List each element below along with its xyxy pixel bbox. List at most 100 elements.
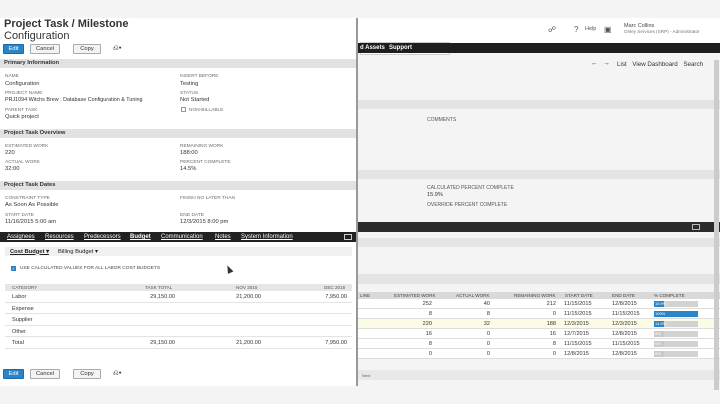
task-table-row[interactable]: 220 32 188 12/3/2015 12/3/2015 14.5% bbox=[358, 319, 720, 329]
help-icon[interactable]: ? bbox=[574, 25, 578, 34]
cancel-button-bottom[interactable]: Cancel bbox=[30, 369, 60, 379]
col-start-date: Start Date bbox=[565, 293, 593, 298]
tab-resources[interactable]: Resources bbox=[45, 234, 74, 240]
next-link[interactable]: Next bbox=[362, 373, 370, 378]
tab-communication[interactable]: Communication bbox=[161, 234, 203, 240]
percent-complete-bar: 14.5% bbox=[654, 321, 698, 327]
project-task-modal: Project Task / Milestone Configuration E… bbox=[0, 18, 358, 386]
section-primary: Primary Information bbox=[0, 59, 356, 68]
percent-complete-fill: 0% bbox=[654, 351, 664, 357]
parent-task-value[interactable]: Quick project bbox=[5, 114, 39, 120]
budget-table-header: Category Task Total Nov 2015 Dec 2015 bbox=[5, 284, 352, 291]
estimated-work-cell: 252 bbox=[422, 301, 432, 307]
back-arrow-icon[interactable]: ← bbox=[591, 60, 598, 67]
tab-cost-budget[interactable]: Cost Budget ▾ bbox=[10, 249, 49, 255]
section-overview: Project Task Overview bbox=[0, 129, 356, 138]
project-name-value[interactable]: PRJ1094 Witchs Brew : Database Configura… bbox=[5, 97, 143, 103]
activity-icon[interactable]: ☍ bbox=[548, 25, 556, 34]
task-table-row[interactable]: 8 0 8 11/15/2015 11/15/2015 0% bbox=[358, 339, 720, 349]
task-table-body: 252 40 212 11/15/2015 12/8/2015 15.9% 8 8 0 11/15… bbox=[358, 299, 720, 359]
table-footer: Next bbox=[358, 370, 720, 380]
tabs-menu-icon[interactable] bbox=[344, 234, 352, 240]
nav-item-support[interactable]: Support bbox=[389, 45, 412, 51]
task-table-row[interactable]: 8 8 0 11/15/2015 11/15/2015 100% bbox=[358, 309, 720, 319]
remaining-work-cell: 16 bbox=[549, 331, 556, 337]
section-band bbox=[358, 274, 720, 284]
start-date-cell: 12/8/2015 bbox=[564, 351, 589, 357]
category-cell: Expense bbox=[12, 305, 34, 312]
search-link[interactable]: Search bbox=[683, 61, 703, 68]
task-table-row[interactable]: 16 0 16 12/7/2015 12/8/2015 0% bbox=[358, 329, 720, 339]
help-link[interactable]: Help bbox=[585, 26, 596, 32]
insert-before-value: Testing bbox=[180, 81, 199, 87]
task-total-cell: 29,150.00 bbox=[150, 294, 175, 300]
percent-complete-bar: 100% bbox=[654, 311, 698, 317]
view-dashboard-link[interactable]: View Dashboard bbox=[632, 61, 677, 68]
tab-predecessors[interactable]: Predecessors bbox=[84, 234, 121, 240]
tab-billing-budget[interactable]: Billing Budget ▾ bbox=[58, 249, 98, 255]
tab-system-information[interactable]: System Information bbox=[241, 234, 293, 240]
cancel-button[interactable]: Cancel bbox=[30, 44, 60, 54]
calc-percent-value: 15.9% bbox=[427, 192, 443, 198]
nov-2015-cell: 21,200.00 bbox=[236, 294, 261, 300]
tab-notes[interactable]: Notes bbox=[215, 234, 231, 240]
parent-task-label: Parent Task bbox=[5, 108, 38, 113]
copy-button-bottom[interactable]: Copy bbox=[73, 369, 101, 379]
end-date-cell: 11/15/2015 bbox=[612, 311, 640, 317]
estimated-work-label: Estimated Work bbox=[5, 144, 49, 149]
user-role: Onley Services (SRP) - Administrator bbox=[624, 29, 700, 34]
tab-budget[interactable]: Budget bbox=[130, 234, 151, 240]
estimated-work-cell: 220 bbox=[422, 321, 432, 327]
comments-label: Comments bbox=[427, 117, 457, 123]
page-links: List View Dashboard Search bbox=[617, 61, 707, 68]
actual-work-label: Actual Work bbox=[5, 160, 41, 165]
actual-work-cell: 40 bbox=[483, 301, 490, 307]
actions-dropdown-icon[interactable]: ⎌▾ bbox=[113, 44, 122, 54]
start-date-label: Start Date bbox=[5, 213, 34, 218]
bottom-toolbar: Edit Cancel Copy ⎌▾ bbox=[0, 364, 356, 386]
nav-item-assets[interactable]: d Assets bbox=[360, 45, 385, 51]
task-table-row[interactable]: 252 40 212 11/15/2015 12/8/2015 15.9% bbox=[358, 299, 720, 309]
category-cell: Total bbox=[12, 340, 24, 347]
estimated-work-value: 220 bbox=[5, 150, 15, 156]
category-cell: Supplier bbox=[12, 317, 33, 324]
budget-table-row: Other bbox=[5, 326, 352, 338]
list-link[interactable]: List bbox=[617, 61, 627, 68]
actual-work-value: 32:00 bbox=[5, 166, 20, 172]
override-percent-label: Override Percent Complete bbox=[427, 202, 508, 208]
user-avatar-icon[interactable]: ▣ bbox=[604, 25, 612, 34]
use-calculated-values-label: Use calculated values for all labor cost… bbox=[20, 266, 161, 271]
tab-assignees[interactable]: Assignees bbox=[7, 234, 35, 240]
estimated-work-cell: 16 bbox=[425, 331, 432, 337]
percent-complete-fill: 0% bbox=[654, 341, 664, 347]
non-billable-checkbox[interactable] bbox=[181, 107, 186, 112]
forward-arrow-icon[interactable]: → bbox=[603, 60, 610, 67]
end-date-cell: 11/15/2015 bbox=[612, 341, 640, 347]
scrollbar[interactable] bbox=[714, 60, 719, 390]
remaining-work-value: 188:00 bbox=[180, 150, 198, 156]
task-table-row[interactable]: 0 0 0 12/8/2015 12/8/2015 0% bbox=[358, 349, 720, 359]
col-remaining-work: Remaining Work bbox=[514, 293, 556, 298]
category-cell: Other bbox=[12, 328, 26, 335]
budget-table-row: Total 29,150.00 21,200.00 7,950.00 bbox=[5, 337, 352, 349]
actions-dropdown-icon-bottom[interactable]: ⎌▾ bbox=[113, 369, 122, 379]
use-calculated-values-checkbox[interactable]: ✓ bbox=[11, 266, 16, 271]
menu-icon[interactable] bbox=[692, 224, 700, 230]
percent-complete-fill: 15.9% bbox=[654, 301, 667, 307]
budget-table-row: Supplier bbox=[5, 314, 352, 326]
remaining-work-cell: 0 bbox=[552, 311, 556, 317]
end-date-cell: 12/8/2015 bbox=[612, 331, 637, 337]
remaining-work-cell: 0 bbox=[552, 351, 556, 357]
start-date-cell: 12/7/2015 bbox=[564, 331, 589, 337]
budget-table: Category Task Total Nov 2015 Dec 2015 La… bbox=[5, 284, 352, 349]
estimated-work-cell: 8 bbox=[428, 341, 432, 347]
actual-work-cell: 32 bbox=[483, 321, 490, 327]
remaining-work-cell: 212 bbox=[546, 301, 556, 307]
start-date-value: 11/16/2015 5:00 am bbox=[5, 219, 57, 225]
edit-button-bottom[interactable]: Edit bbox=[3, 369, 24, 379]
copy-button[interactable]: Copy bbox=[73, 44, 101, 54]
user-menu[interactable]: Marc Collins Onley Services (SRP) - Admi… bbox=[624, 23, 700, 35]
edit-button[interactable]: Edit bbox=[3, 44, 24, 54]
budget-table-row: Labor 29,150.00 21,200.00 7,950.00 bbox=[5, 291, 352, 303]
end-date-cell: 12/8/2015 bbox=[612, 351, 637, 357]
